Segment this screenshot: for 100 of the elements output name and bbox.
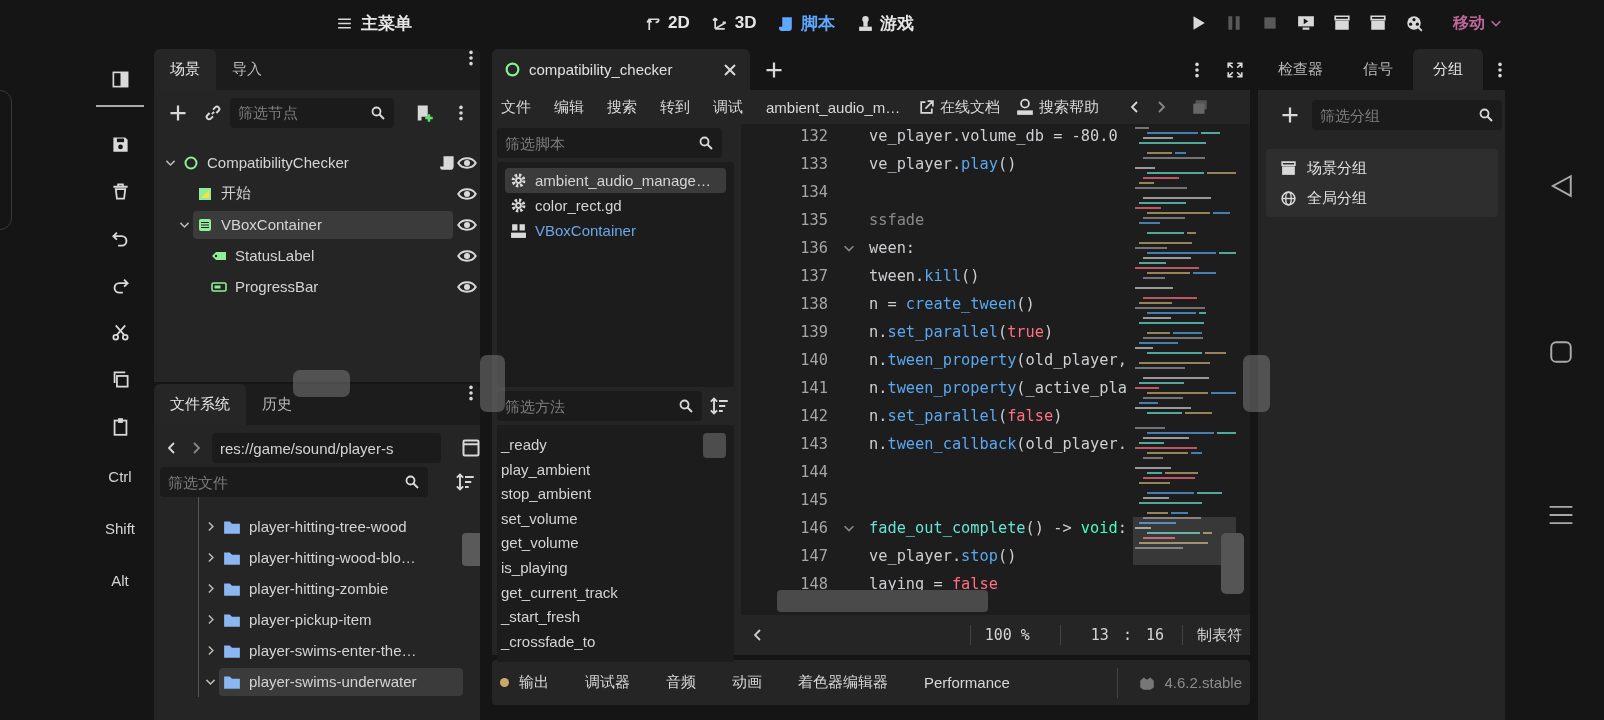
search-icon[interactable] [404,474,420,490]
tree-item[interactable]: CompatibilityChecker [179,148,435,177]
clapperboard-icon[interactable] [1333,14,1351,32]
file-item[interactable]: player-hitting-wood-blo… [219,543,463,572]
clapperboard-icon[interactable] [1369,14,1387,32]
drag-handle[interactable] [480,355,505,412]
filter-field[interactable]: 筛选文件 [160,467,428,497]
close-icon[interactable] [722,61,738,78]
modifier-key[interactable]: Shift [105,502,135,554]
tab[interactable]: 文件系统 [154,384,246,425]
cut-icon[interactable] [110,323,130,342]
method-item[interactable]: set_volume [501,506,730,532]
modifier-key[interactable]: Ctrl [108,450,132,502]
tab[interactable]: 分组 [1413,49,1483,90]
workspace-tab[interactable]: 2D [645,11,690,35]
search-help-button[interactable]: 搜索帮助 [1016,97,1100,117]
fullscreen-icon[interactable] [1226,60,1244,79]
script-item[interactable]: color_rect.gd [505,193,726,218]
link-icon[interactable] [204,103,222,122]
script-icon[interactable] [439,153,457,172]
tab[interactable]: 信号 [1343,49,1413,90]
joystick-icon [857,14,875,32]
tree-item[interactable]: VBoxContainer [193,210,453,239]
search-icon[interactable] [370,104,386,121]
trash-icon[interactable] [110,182,130,201]
scrollbar-thumb[interactable] [777,590,988,612]
home-nav-icon[interactable] [1548,339,1574,365]
windows-icon[interactable] [1191,98,1210,116]
panel-tab[interactable]: 音频 [660,672,702,693]
tab[interactable]: 检查器 [1258,49,1343,90]
file-item[interactable]: player-pickup-item [219,605,463,634]
script-menu[interactable]: ambient_audio_m… [766,98,901,116]
method-item[interactable]: get_volume [501,531,730,556]
filter-field[interactable]: 筛选方法 [497,391,702,421]
monitor-icon[interactable] [1297,14,1315,32]
scrollbar-thumb[interactable] [1221,533,1244,594]
indent-mode[interactable]: 制表符 [1197,625,1242,645]
line-number: 140 [799,351,828,369]
filter-field[interactable]: 筛选分组 [1312,100,1502,130]
workspace-tab[interactable]: 3D [711,11,757,35]
save-icon[interactable] [110,135,130,154]
script-tab[interactable]: compatibility_checker [492,49,750,90]
script-item[interactable]: VBoxContainer [505,218,726,243]
add-icon[interactable] [1280,105,1300,125]
line-number: 134 [799,183,828,201]
sort-icon[interactable] [455,472,475,492]
scrollbar-thumb[interactable] [462,533,480,566]
file-item[interactable]: player-hitting-zombie [219,574,463,603]
menu-item[interactable]: 文件 [497,97,535,117]
file-item[interactable]: player-swims-underwater [219,667,463,696]
panel-tab[interactable]: 动画 [726,672,768,693]
drag-handle[interactable] [1243,355,1270,412]
panel-toggle-icon[interactable] [110,70,130,89]
main-menu-button[interactable]: 主菜单 [106,11,641,35]
file-item[interactable]: player-hitting-tree-wood [219,512,463,541]
sort-icon[interactable] [709,396,729,416]
panel-tab[interactable]: Performance [918,673,1016,692]
window-icon[interactable] [461,438,480,458]
search-icon[interactable] [698,135,714,151]
tab[interactable]: 导入 [216,49,278,90]
method-item[interactable]: _start_fresh [501,605,730,630]
panel-tab[interactable]: 着色器编辑器 [792,672,894,693]
online-docs-button[interactable]: 在线文档 [918,97,1001,117]
undo-icon[interactable] [110,229,130,248]
tab[interactable]: 历史 [246,384,308,425]
method-item[interactable]: stop_ambient [501,482,730,507]
filter-field[interactable]: 筛选节点 [230,97,394,128]
panel-tab[interactable]: 调试器 [579,672,636,693]
method-item[interactable]: _crossfade_to [501,629,730,655]
menu-item[interactable]: 编辑 [550,97,588,117]
scrollbar-thumb[interactable] [703,433,726,458]
modifier-key[interactable]: Alt [111,554,129,606]
menu-item[interactable]: 转到 [656,97,694,117]
path-field[interactable]: res://game/sound/player-s [212,433,441,463]
film-reel-icon[interactable] [1405,14,1423,32]
script-item[interactable]: ambient_audio_manage… [505,168,726,193]
mode-dropdown[interactable]: 移动 [1453,12,1503,34]
tree-item[interactable]: StatusLabel [207,241,453,270]
tree-item[interactable]: ProgressBar [207,272,453,301]
search-icon[interactable] [1478,107,1494,123]
menu-item[interactable]: 搜索 [603,97,641,117]
panel-tab[interactable]: 输出 [513,672,555,693]
workspace-tab[interactable]: 游戏 [857,11,915,35]
file-item[interactable]: player-swims-enter-the… [219,636,463,665]
doc-icon [510,222,527,239]
tree-item[interactable]: 开始 [193,179,453,208]
menu-item[interactable]: 调试 [709,97,747,117]
method-item[interactable]: _ready [501,433,730,458]
search-icon[interactable] [678,398,694,414]
line-number: 146 [799,519,828,537]
drag-handle[interactable] [293,370,350,397]
workspace-tab[interactable]: 脚本 [778,11,836,35]
method-item[interactable]: get_current_track [501,580,730,606]
tab[interactable]: 场景 [154,49,216,90]
group-item[interactable]: 全局分组 [1266,183,1498,213]
method-item[interactable]: is_playing [501,555,730,581]
group-item[interactable]: 场景分组 [1266,153,1498,183]
filter-field[interactable]: 筛选脚本 [497,128,722,158]
method-item[interactable]: play_ambient [501,457,730,483]
code-line: ve_player.volume_db = -80.0 [869,127,1119,145]
